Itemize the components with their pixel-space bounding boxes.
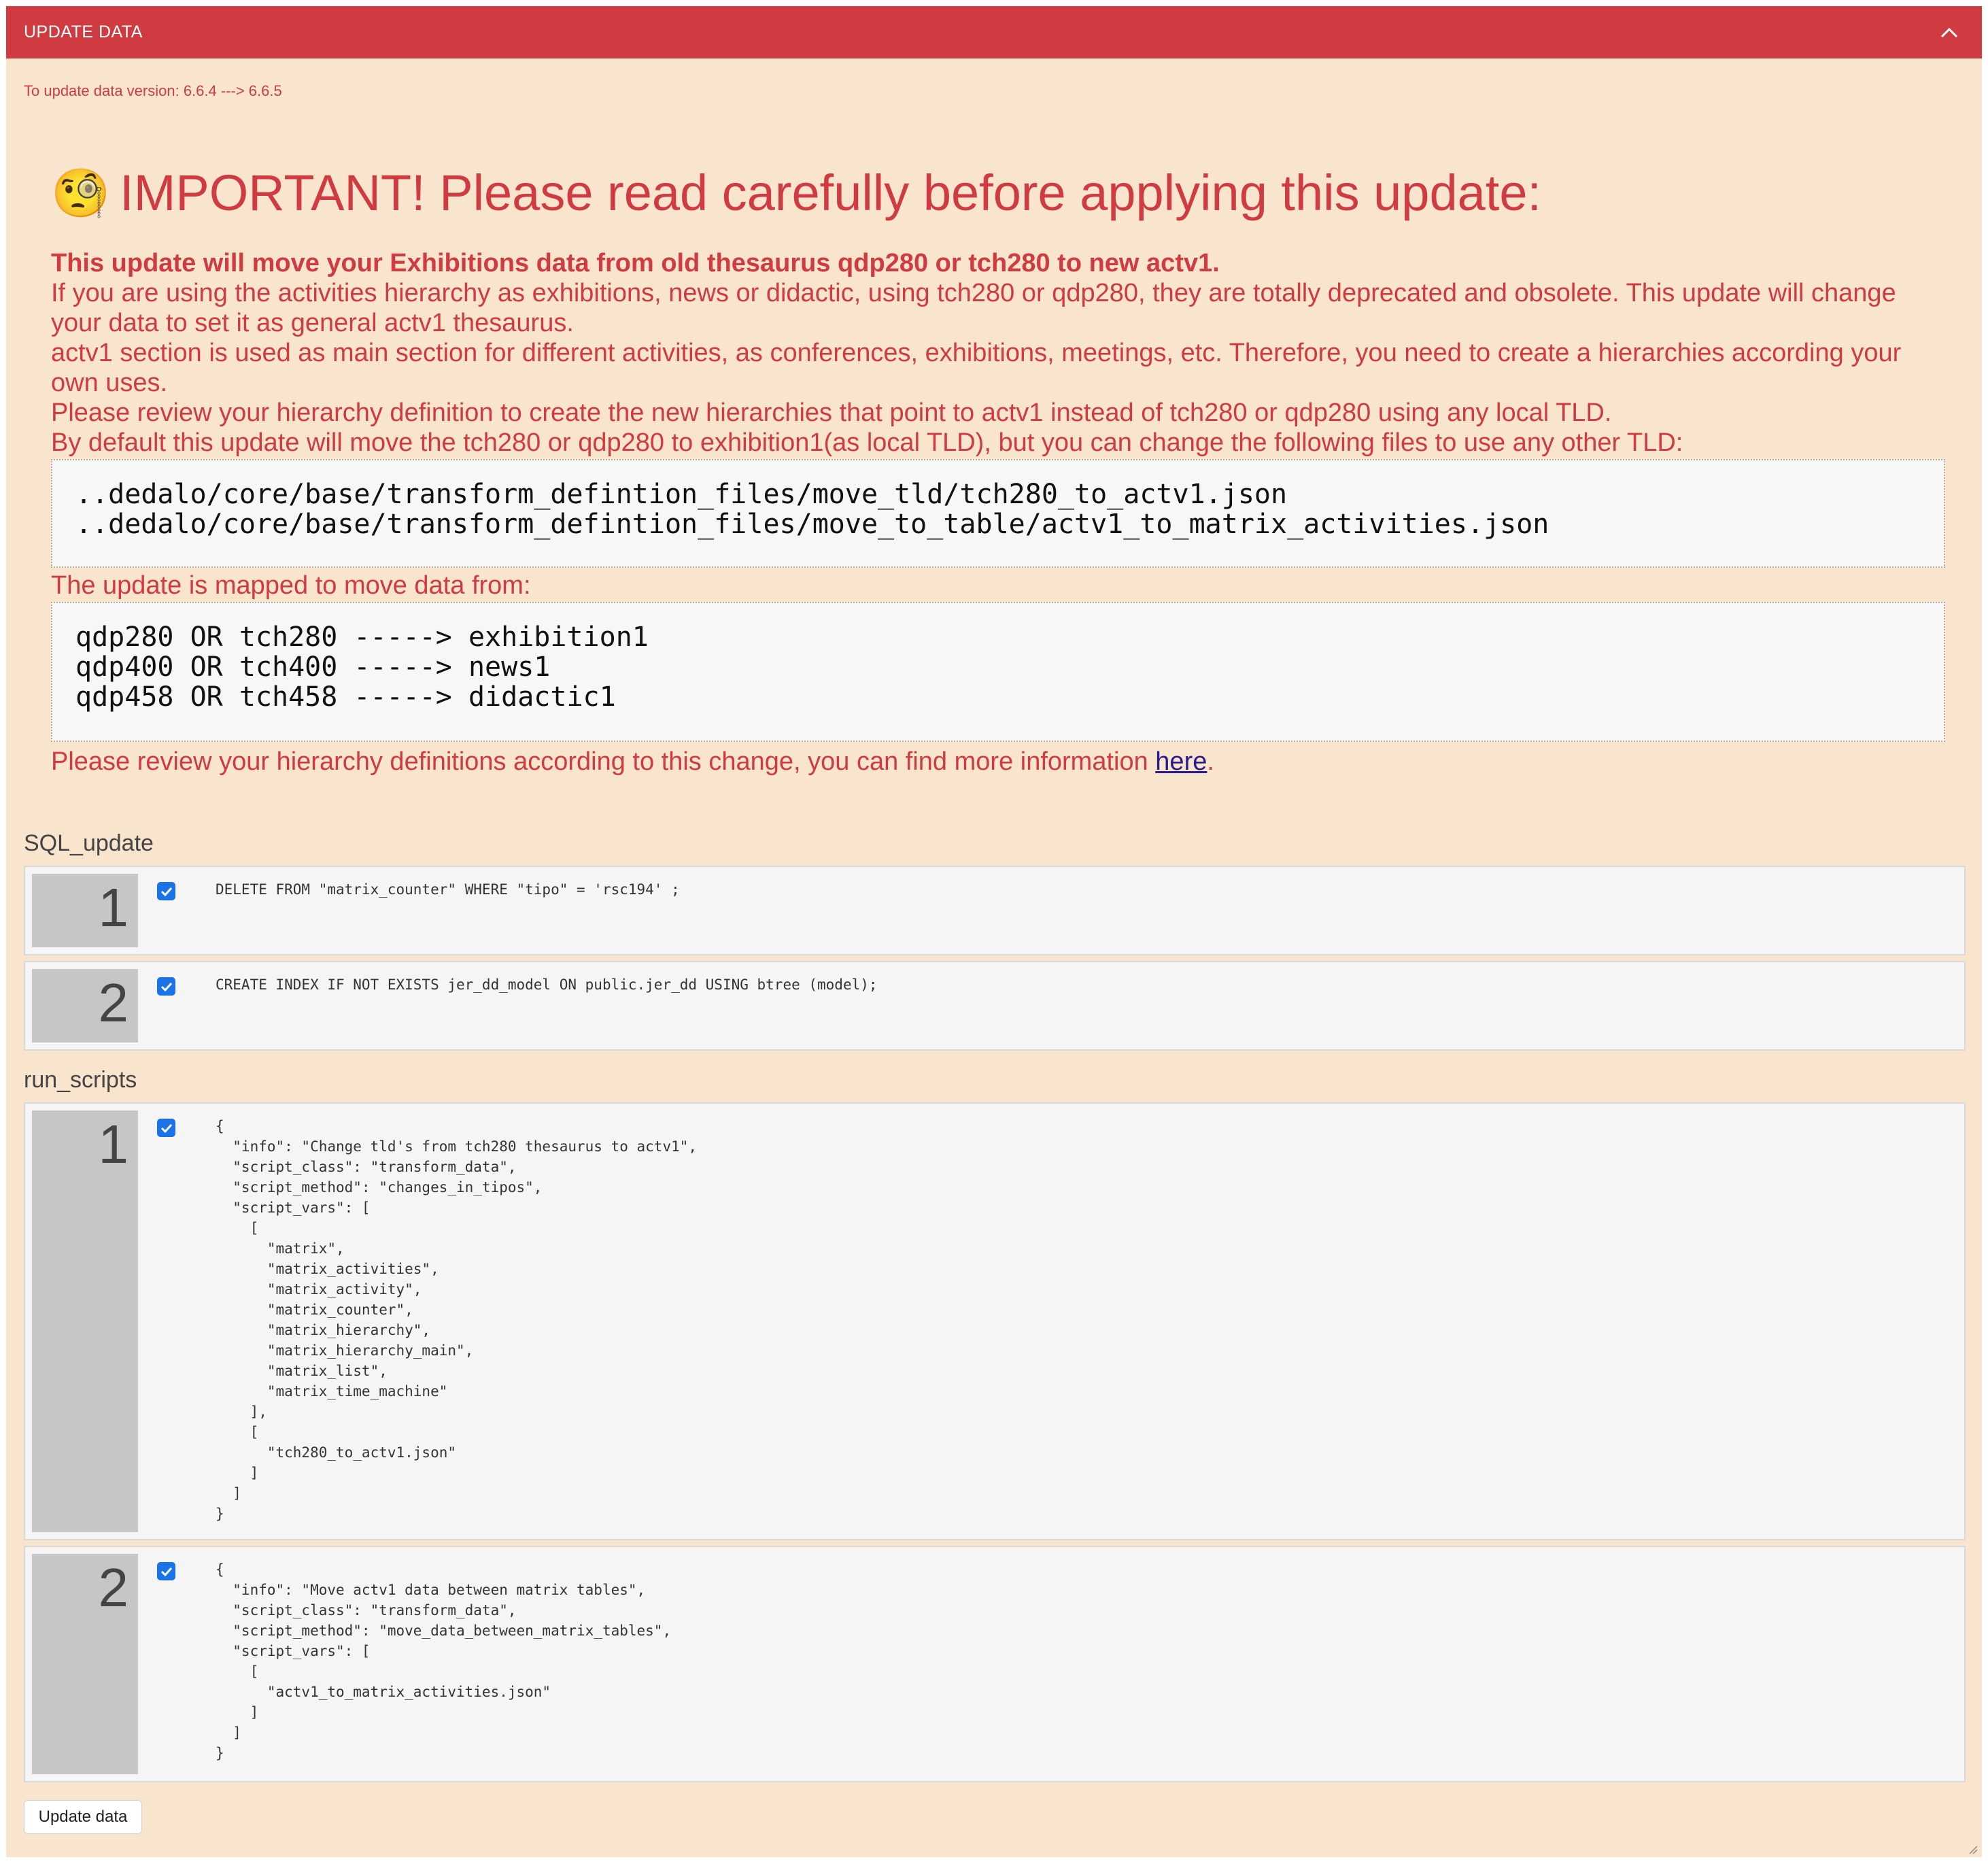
sql-code: CREATE INDEX IF NOT EXISTS jer_dd_model … xyxy=(216,977,878,993)
version-info: To update data version: 6.6.4 ---> 6.6.5 xyxy=(24,82,282,99)
mapped-label: The update is mapped to move data from: xyxy=(51,571,531,600)
script-code: { "info": "Move actv1 data between matri… xyxy=(216,1561,672,1761)
files-code-block: ..dedalo/core/base/transform_defintion_f… xyxy=(51,459,1945,568)
sql-row: 2 CREATE INDEX IF NOT EXISTS jer_dd_mode… xyxy=(24,961,1966,1051)
notice-paragraph: actv1 section is used as main section fo… xyxy=(51,339,1902,397)
row-checkbox[interactable] xyxy=(157,1119,175,1137)
row-checkbox[interactable] xyxy=(157,882,175,900)
run-scripts-label: run_scripts xyxy=(24,1067,137,1093)
notice-paragraph: Please review your hierarchy definition … xyxy=(51,398,1612,427)
notice-paragraph: By default this update will move the tch… xyxy=(51,428,1683,457)
mapping-code-block: qdp280 OR tch280 -----> exhibition1 qdp4… xyxy=(51,602,1945,742)
notice-title: 🧐 IMPORTANT! Please read carefully befor… xyxy=(51,163,1945,224)
row-number: 2 xyxy=(32,1554,138,1774)
review-line: Please review your hierarchy definitions… xyxy=(51,745,1945,779)
row-number: 1 xyxy=(32,1110,138,1532)
notice-paragraph: If you are using the activities hierarch… xyxy=(51,279,1896,337)
sql-update-label: SQL_update xyxy=(24,830,154,856)
row-number: 2 xyxy=(32,969,138,1042)
script-row: 2 { "info": "Move actv1 data between mat… xyxy=(24,1546,1966,1782)
sql-row: 1 DELETE FROM "matrix_counter" WHERE "ti… xyxy=(24,866,1966,955)
notice-title-text: IMPORTANT! Please read carefully before … xyxy=(120,165,1542,221)
panel-title: UPDATE DATA xyxy=(24,22,143,41)
panel-header[interactable]: UPDATE DATA xyxy=(6,6,1982,58)
review-text: Please review your hierarchy definitions… xyxy=(51,747,1156,776)
notice-bold-line: This update will move your Exhibitions d… xyxy=(51,249,1220,277)
update-data-panel: UPDATE DATA To update data version: 6.6.… xyxy=(6,6,1982,1857)
script-code: { "info": "Change tld's from tch280 thes… xyxy=(216,1118,698,1522)
update-data-button[interactable]: Update data xyxy=(24,1800,142,1834)
monocle-face-icon: 🧐 xyxy=(51,167,111,220)
review-end: . xyxy=(1207,747,1214,776)
here-link[interactable]: here xyxy=(1155,747,1207,776)
chevron-up-icon[interactable] xyxy=(1936,19,1963,46)
important-notice: 🧐 IMPORTANT! Please read carefully befor… xyxy=(51,163,1945,779)
resize-handle-icon[interactable] xyxy=(1968,1845,1978,1854)
row-number: 1 xyxy=(32,874,138,947)
script-row: 1 { "info": "Change tld's from tch280 th… xyxy=(24,1102,1966,1540)
row-checkbox[interactable] xyxy=(157,1562,175,1580)
sql-code: DELETE FROM "matrix_counter" WHERE "tipo… xyxy=(216,881,680,898)
row-checkbox[interactable] xyxy=(157,977,175,996)
notice-body: This update will move your Exhibitions d… xyxy=(51,248,1945,458)
